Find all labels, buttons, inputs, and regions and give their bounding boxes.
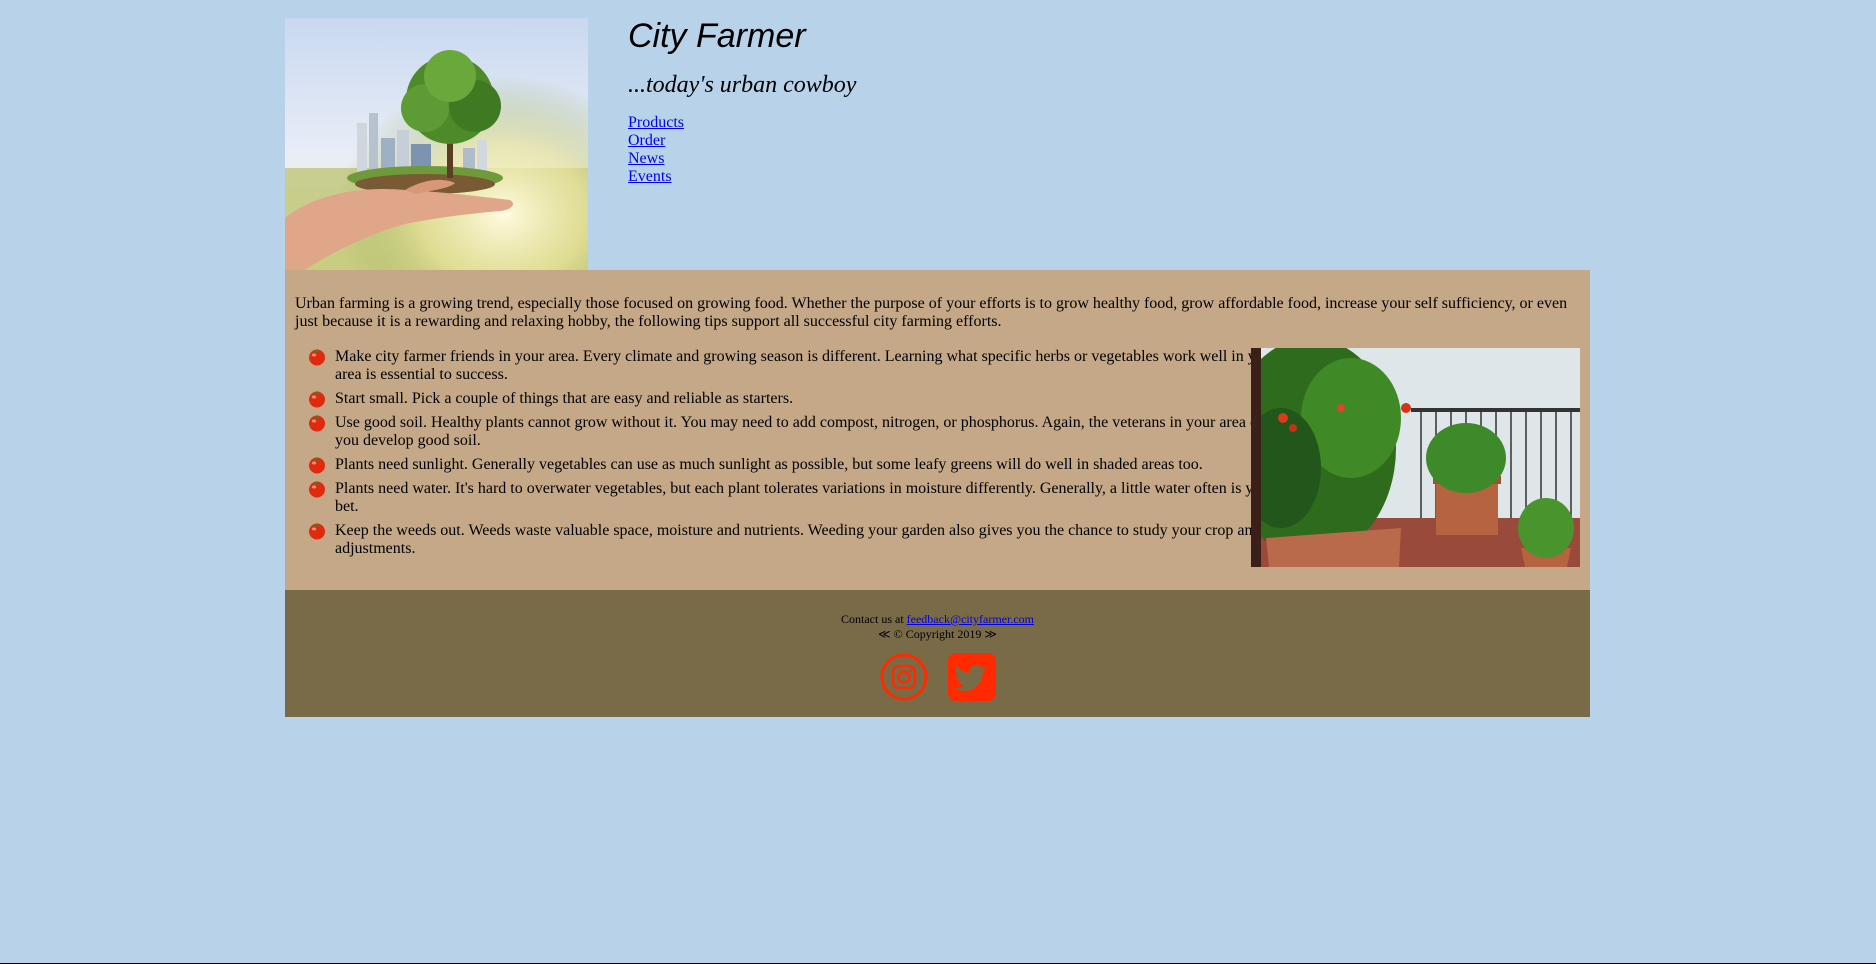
tip-text: Use good soil. Healthy plants cannot gro… [335, 414, 1304, 449]
tomato-icon [309, 391, 325, 408]
twitter-icon[interactable] [947, 653, 996, 701]
tip-text: Plants need water. It's hard to overwate… [335, 480, 1305, 515]
contact-email-link[interactable]: feedback@cityfarmer.com [907, 612, 1034, 626]
tip-item: Make city farmer friends in your area. E… [307, 348, 1307, 384]
tip-text: Make city farmer friends in your area. E… [335, 348, 1278, 383]
tomato-icon [309, 481, 325, 498]
tip-item: Keep the weeds out. Weeds waste valuable… [307, 522, 1307, 558]
balcony-garden-image [1251, 348, 1580, 567]
tip-text: Keep the weeds out. Weeds waste valuable… [335, 522, 1300, 557]
tip-item: Start small. Pick a couple of things tha… [307, 390, 1307, 408]
contact-prefix: Contact us at [841, 612, 904, 626]
tip-item: Plants need water. It's hard to overwate… [307, 480, 1307, 516]
nav-link-events[interactable]: Events [628, 168, 856, 186]
social-links [285, 653, 1590, 701]
tip-item: Use good soil. Healthy plants cannot gro… [307, 414, 1307, 450]
footer: Contact us at feedback@cityfarmer.com ≪ … [285, 590, 1590, 717]
tip-item: Plants need sunlight. Generally vegetabl… [307, 456, 1307, 474]
page: City Farmer ...today's urban cowboy Prod… [285, 0, 1590, 717]
tips-list: Make city farmer friends in your area. E… [307, 348, 1307, 564]
nav-link-order[interactable]: Order [628, 132, 856, 150]
instagram-icon[interactable] [880, 653, 928, 701]
main-nav: Products Order News Events [628, 114, 856, 186]
main-content: Urban farming is a growing trend, especi… [285, 270, 1590, 590]
nav-link-news[interactable]: News [628, 150, 856, 168]
brand-block: City Farmer ...today's urban cowboy Prod… [628, 16, 856, 186]
tomato-icon [309, 457, 325, 474]
tomato-icon [309, 349, 325, 366]
nav-link-products[interactable]: Products [628, 114, 856, 132]
contact-line: Contact us at feedback@cityfarmer.com [285, 590, 1590, 627]
tomato-icon [309, 415, 325, 432]
copyright-text: ≪ © Copyright 2019 ≫ [878, 627, 997, 641]
intro-paragraph: Urban farming is a growing trend, especi… [295, 295, 1568, 330]
hero-image-hand-holding-city [285, 18, 588, 270]
tomato-icon [309, 523, 325, 540]
site-title: City Farmer [628, 17, 806, 55]
header: City Farmer ...today's urban cowboy Prod… [285, 0, 1590, 270]
site-tagline: ...today's urban cowboy [628, 72, 857, 98]
tip-text: Start small. Pick a couple of things tha… [335, 390, 794, 407]
tip-text: Plants need sunlight. Generally vegetabl… [335, 456, 1203, 473]
